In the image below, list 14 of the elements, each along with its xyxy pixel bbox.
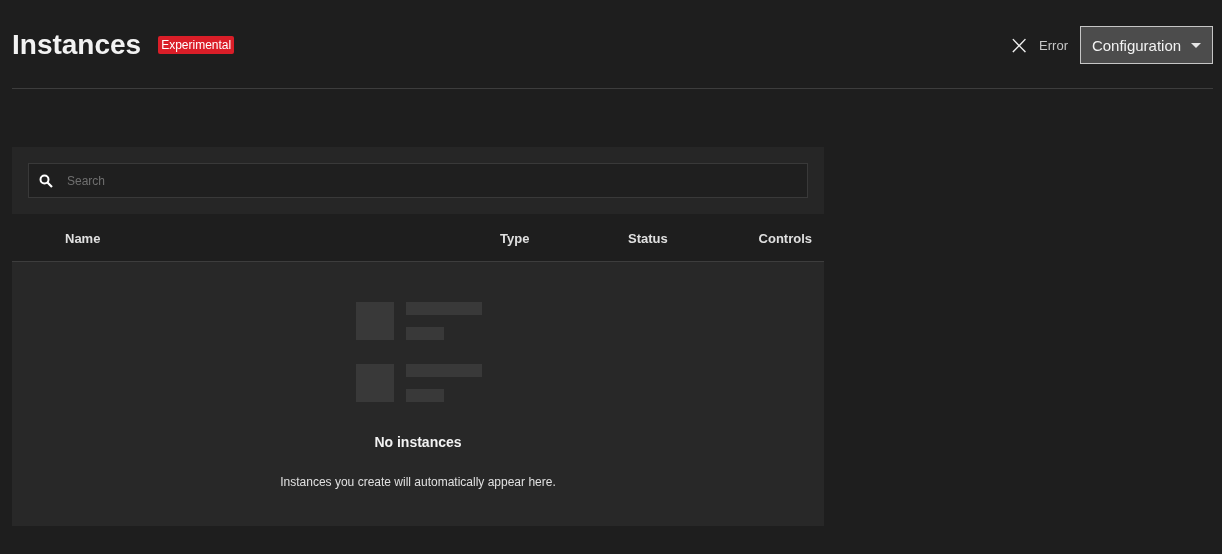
empty-state-title: No instances <box>374 434 462 450</box>
search-icon <box>39 174 53 188</box>
close-icon: × <box>1008 32 1031 58</box>
experimental-badge: Experimental <box>158 36 235 54</box>
status-label: Error <box>1039 37 1068 53</box>
configuration-button[interactable]: Configuration <box>1080 26 1213 64</box>
column-header: Type <box>500 231 530 246</box>
column-header: Controls <box>758 231 812 246</box>
column-header: Status <box>628 231 668 246</box>
search-field[interactable]: Search <box>28 163 808 198</box>
empty-state-message: Instances you create will automatically appear here. <box>280 475 556 489</box>
column-header: Name <box>65 231 101 246</box>
page-title: Instances <box>12 29 142 61</box>
caret-icon <box>1191 42 1202 48</box>
